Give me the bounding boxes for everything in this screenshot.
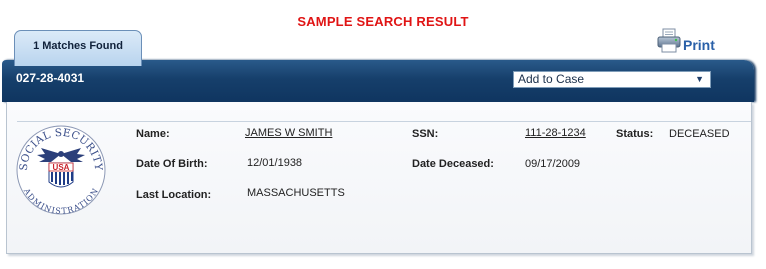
last-location-value: MASSACHUSETTS xyxy=(247,187,345,199)
record-id: 027-28-4031 xyxy=(16,71,85,85)
dob-label: Date Of Birth: xyxy=(136,158,208,170)
ssn-label: SSN: xyxy=(412,128,439,140)
last-location-label: Last Location: xyxy=(136,189,212,201)
date-deceased-label: Date Deceased: xyxy=(412,158,494,170)
chevron-down-icon: ▼ xyxy=(695,74,704,84)
printer-icon xyxy=(657,28,681,53)
result-details-panel: SOCIAL SECURITY ADMINISTRATION USA Name:… xyxy=(6,102,752,254)
dob-value: 12/01/1938 xyxy=(247,157,303,169)
tab-matches-found[interactable]: 1 Matches Found xyxy=(14,30,142,66)
print-button[interactable]: Print xyxy=(656,28,715,54)
tab-label: 1 Matches Found xyxy=(33,40,123,52)
date-deceased-value: 09/17/2009 xyxy=(525,158,581,170)
name-label: Name: xyxy=(136,128,170,140)
select-value: Add to Case xyxy=(518,72,585,86)
seal-center-text: USA xyxy=(53,163,70,172)
social-security-administration-seal-icon: SOCIAL SECURITY ADMINISTRATION USA xyxy=(16,125,106,216)
page-title: SAMPLE SEARCH RESULT xyxy=(297,14,469,29)
add-to-case-select[interactable]: Add to Case ▼ xyxy=(513,71,711,88)
status-value: DECEASED xyxy=(669,128,730,140)
ssn-link[interactable]: 111-28-1234 xyxy=(525,127,586,139)
divider xyxy=(17,121,751,122)
print-label: Print xyxy=(683,37,715,53)
status-label: Status: xyxy=(616,128,654,140)
name-link[interactable]: JAMES W SMITH xyxy=(245,127,332,139)
record-header-bar: 027-28-4031 Add to Case ▼ xyxy=(2,60,754,102)
